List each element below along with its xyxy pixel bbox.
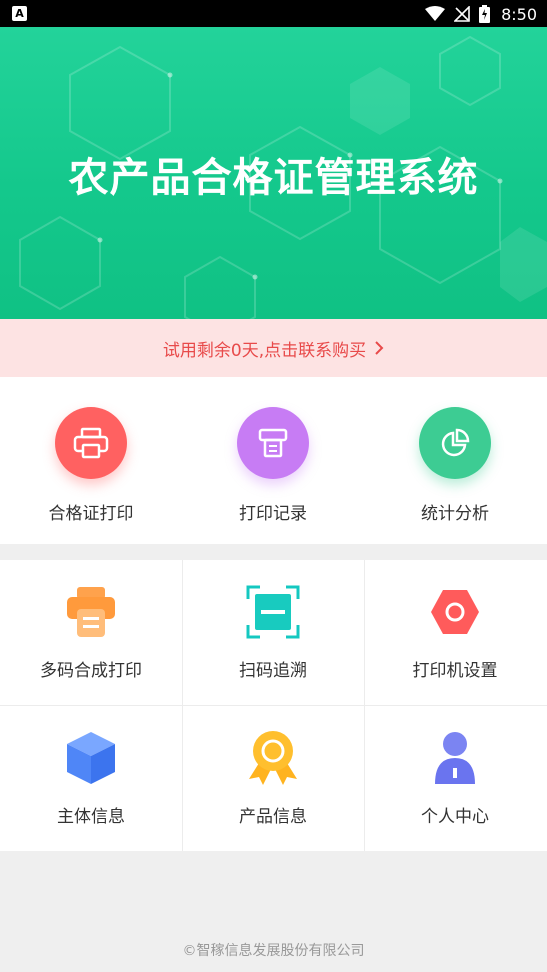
- print-record-button[interactable]: 打印记录: [182, 407, 364, 524]
- no-signal-icon: [454, 6, 470, 22]
- personal-center-label: 个人中心: [421, 807, 489, 827]
- trial-notice-link[interactable]: 试用剩余0天,点击联系购买: [0, 319, 547, 377]
- chevron-right-icon: [375, 341, 384, 355]
- pie-chart-icon: [419, 407, 491, 479]
- scan-trace-button[interactable]: 扫码追溯: [182, 560, 364, 705]
- personal-center-icon: [425, 728, 485, 788]
- printer-settings-label: 打印机设置: [412, 661, 498, 681]
- trial-notice-text: 试用剩余0天,点击联系购买: [162, 340, 367, 361]
- status-bar: A 8:50: [0, 0, 547, 27]
- printer-settings-icon: [425, 582, 485, 642]
- clock: 8:50: [501, 4, 537, 24]
- statistics-analysis-button[interactable]: 统计分析: [364, 407, 546, 524]
- entity-info-icon: [61, 728, 121, 788]
- multi-code-print-button[interactable]: 多码合成打印: [0, 560, 182, 705]
- printer-settings-button[interactable]: 打印机设置: [364, 560, 546, 705]
- entity-info-button[interactable]: 主体信息: [0, 706, 182, 851]
- scan-trace-icon: [243, 582, 303, 642]
- copyright-footer: ©智稼信息发展股份有限公司: [182, 943, 365, 959]
- app-notification-icon: A: [12, 6, 27, 21]
- personal-center-button[interactable]: 个人中心: [364, 706, 546, 851]
- secondary-features-grid: 多码合成打印 扫码追溯 打印机设置 主体信息 产品信息 个人中心: [0, 560, 547, 851]
- certificate-print-button[interactable]: 合格证打印: [0, 407, 182, 524]
- primary-features-card: 合格证打印 打印记录 统计分析: [0, 377, 547, 544]
- product-info-label: 产品信息: [239, 807, 307, 827]
- product-info-button[interactable]: 产品信息: [182, 706, 364, 851]
- wifi-icon: [425, 6, 446, 21]
- print-record-label: 打印记录: [239, 504, 307, 524]
- multi-code-print-label: 多码合成打印: [40, 661, 142, 681]
- product-info-icon: [243, 728, 303, 788]
- printer-icon: [55, 407, 127, 479]
- app-title: 农产品合格证管理系统: [68, 155, 479, 201]
- certificate-print-label: 合格证打印: [48, 504, 134, 524]
- statistics-analysis-label: 统计分析: [421, 504, 489, 524]
- battery-icon: [479, 5, 491, 23]
- multi-code-print-icon: [61, 582, 121, 642]
- header-banner: 农产品合格证管理系统: [0, 27, 547, 319]
- scan-trace-label: 扫码追溯: [239, 661, 307, 681]
- status-indicators: 8:50: [425, 4, 537, 24]
- print-record-icon: [237, 407, 309, 479]
- entity-info-label: 主体信息: [57, 807, 125, 827]
